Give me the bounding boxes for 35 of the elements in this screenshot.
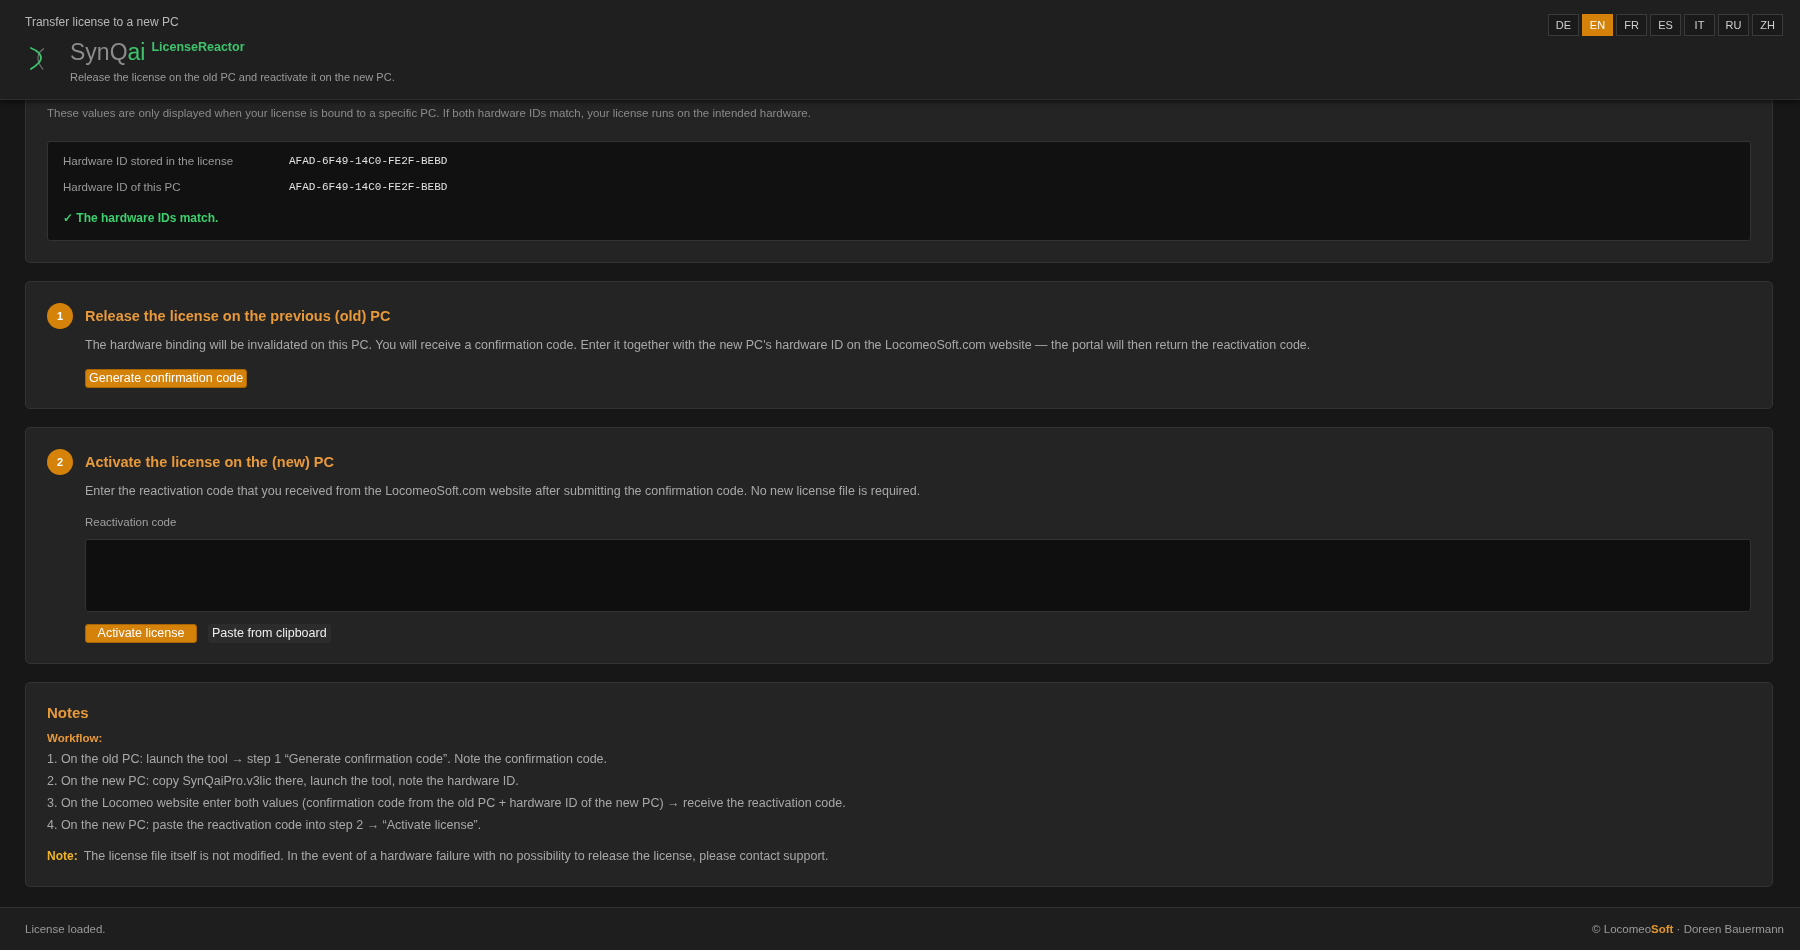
note-text: The license file itself is not modified. In the event of a hardware failure with no possibility to release the license, please contact support. xyxy=(83,848,829,865)
step-title: Release the license on the previous (old) PC xyxy=(85,307,392,326)
section-description: These values are only displayed when your license is bound to a specific PC. If both hardware IDs match, your license runs on the intended hardware. xyxy=(47,106,812,121)
note-label: Note: xyxy=(47,848,78,865)
step-number: 1 xyxy=(47,303,73,329)
product-name: LicenseReactor xyxy=(151,39,245,55)
language-button[interactable]: DE xyxy=(1548,14,1579,36)
action-button[interactable]: Paste from clipboard xyxy=(208,624,331,643)
notes-subtitle: Workflow: xyxy=(47,731,104,745)
step-title: Activate the license on the (new) PC xyxy=(85,453,335,472)
step-description: The hardware binding will be invalidated on this PC. You will receive a confirmation code. Enter it together with the new PC's hardware ID on the LocomeoSoft.com website — the portal will then return the reactivation code. xyxy=(85,337,1312,354)
language-button[interactable]: ZH xyxy=(1752,14,1783,36)
page-title: Transfer license to a new PC xyxy=(25,14,180,30)
language-button[interactable]: ES xyxy=(1650,14,1681,36)
page-subtitle: Release the license on the old PC and reactivate it on the new PC. xyxy=(70,70,395,84)
app-name: SynQai xyxy=(70,38,146,66)
match-status: ✓ The hardware IDs match. xyxy=(63,210,220,227)
reactivation-code-field[interactable] xyxy=(85,539,1751,612)
workflow-step-text: 3. On the Locomeo website enter both values (confirmation code from the old PC + hardware ID of the new PC) → receive the reactivation code. xyxy=(47,795,847,812)
hardware-id-value: AFAD-6F49-14C0-FE2F-BEBD xyxy=(289,180,449,195)
step-description: Enter the reactivation code that you received from the LocomeoSoft.com website after submitting the confirmation code. No new license file is required. xyxy=(85,483,922,500)
status-message: License loaded. xyxy=(25,923,106,935)
hardware-id-value: AFAD-6F49-14C0-FE2F-BEBD xyxy=(289,154,449,169)
field-label: Hardware ID of this PC xyxy=(63,180,182,195)
workflow-step-text: 4. On the new PC: paste the reactivation code into step 2 → “Activate license”. xyxy=(47,817,483,834)
language-button[interactable]: FR xyxy=(1616,14,1647,36)
field-label: Reactivation code xyxy=(85,515,178,530)
copyright-text: © LocomeoSoft · Doreen Bauermann xyxy=(1592,923,1784,935)
language-button[interactable]: IT xyxy=(1684,14,1715,36)
field-label: Hardware ID stored in the license xyxy=(63,154,235,169)
step-number: 2 xyxy=(47,449,73,475)
language-button[interactable]: RU xyxy=(1718,14,1749,36)
workflow-step-text: 2. On the new PC: copy SynQaiPro.v3lic there, launch the tool, note the hardware ID. xyxy=(47,773,520,790)
workflow-step-text: 1. On the old PC: launch the tool → step 1 “Generate confirmation code”. Note the confirmation code. xyxy=(47,751,609,768)
notes-title: Notes xyxy=(47,704,90,722)
